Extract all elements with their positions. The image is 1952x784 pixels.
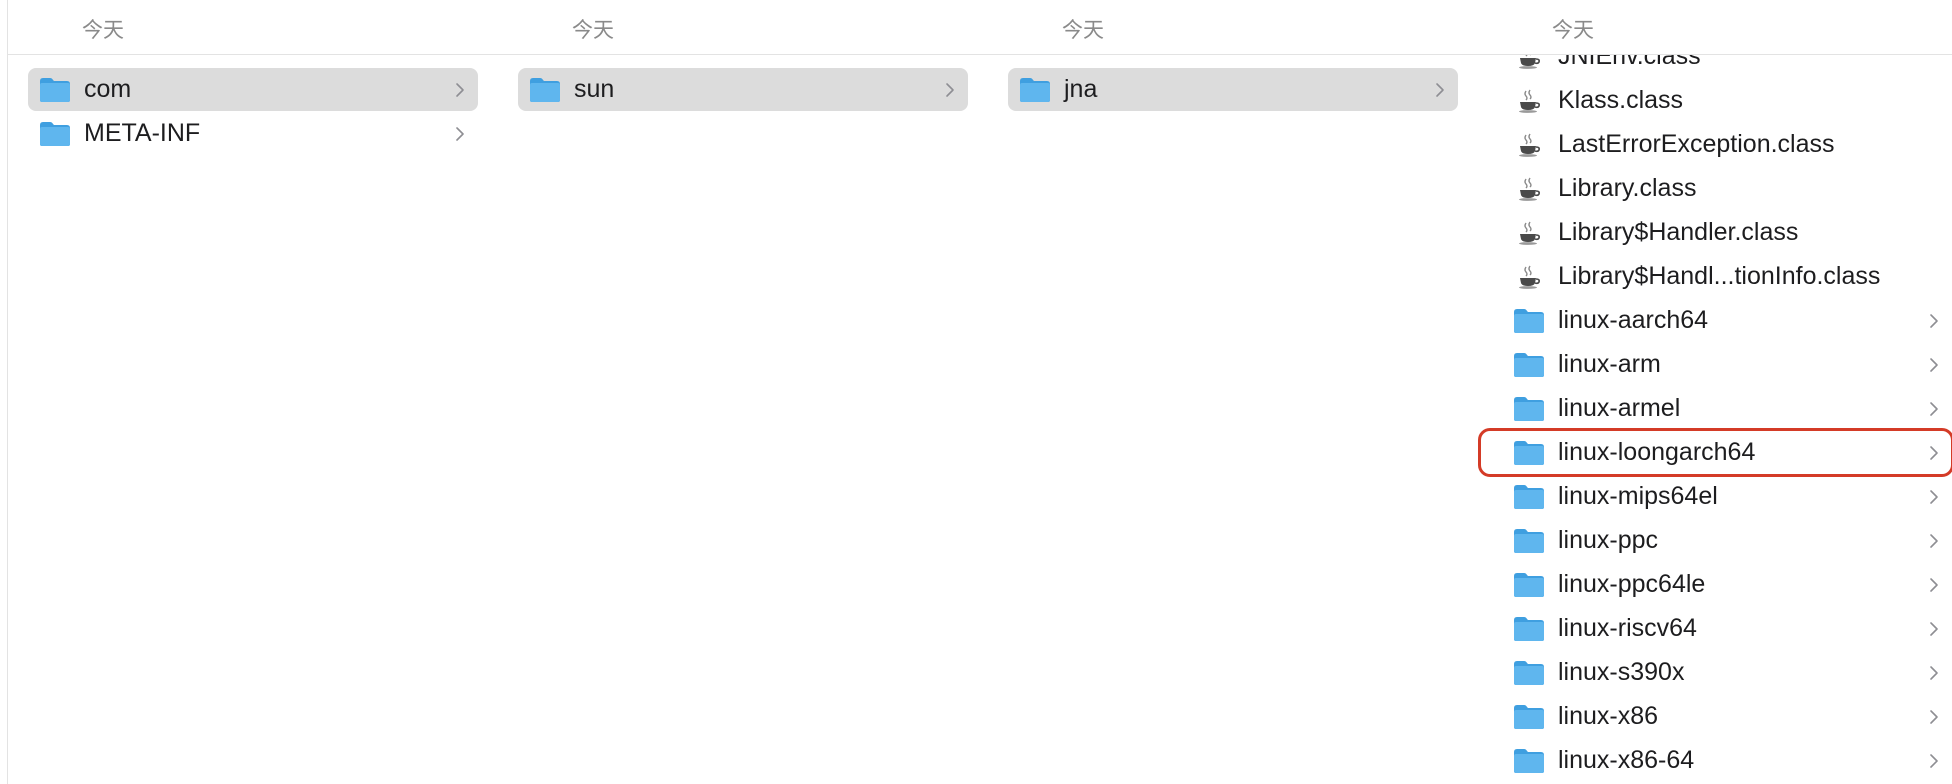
folder-icon: [1512, 440, 1546, 466]
item-name: linux-riscv64: [1558, 614, 1697, 642]
item-name: Library$Handl...tionInfo.class: [1558, 262, 1881, 290]
java-class-file-icon: [1512, 88, 1546, 114]
java-class-file-icon: [1512, 176, 1546, 202]
folder-row[interactable]: linux-s390x: [1502, 651, 1952, 694]
file-row[interactable]: Library$Handl...tionInfo.class: [1502, 255, 1952, 298]
folder-row[interactable]: com: [28, 68, 478, 111]
folder-icon: [38, 121, 72, 147]
file-row[interactable]: Library.class: [1502, 167, 1952, 210]
column-header[interactable]: 今天: [1478, 0, 1952, 55]
browser-column-4[interactable]: 今天 JNIEnv.class Klass.class LastErrorExcept…: [1478, 0, 1952, 784]
column-file-list: sun: [498, 55, 988, 784]
file-row[interactable]: Library$Handler.class: [1502, 211, 1952, 254]
folder-icon: [1018, 77, 1052, 103]
folder-row[interactable]: linux-armel: [1502, 387, 1952, 430]
folder-icon: [1512, 352, 1546, 378]
chevron-right-icon: [452, 112, 468, 155]
folder-row[interactable]: linux-ppc: [1502, 519, 1952, 562]
folder-icon: [1512, 396, 1546, 422]
chevron-right-icon: [1432, 68, 1448, 111]
item-name: linux-x86-64: [1558, 746, 1695, 774]
folder-icon: [1512, 528, 1546, 554]
chevron-right-icon: [1926, 563, 1942, 606]
folder-icon: [528, 77, 562, 103]
chevron-right-icon: [1926, 387, 1942, 430]
folder-row[interactable]: linux-x86-64: [1502, 739, 1952, 782]
item-name: linux-ppc64le: [1558, 570, 1706, 598]
folder-icon: [1512, 704, 1546, 730]
item-name: jna: [1064, 75, 1098, 103]
chevron-right-icon: [1926, 475, 1942, 518]
column-file-list: com META-INF: [8, 55, 498, 784]
chevron-right-icon: [1926, 519, 1942, 562]
folder-row[interactable]: sun: [518, 68, 968, 111]
item-name: linux-loongarch64: [1558, 438, 1756, 466]
item-name: linux-mips64el: [1558, 482, 1718, 510]
item-name: linux-s390x: [1558, 658, 1685, 686]
folder-icon: [1512, 616, 1546, 642]
chevron-right-icon: [1926, 607, 1942, 650]
item-name: LastErrorException.class: [1558, 130, 1835, 158]
chevron-right-icon: [1926, 739, 1942, 782]
java-class-file-icon: [1512, 264, 1546, 290]
item-name: linux-aarch64: [1558, 306, 1709, 334]
item-name: sun: [574, 75, 615, 103]
folder-row[interactable]: linux-x86: [1502, 695, 1952, 738]
browser-column-1[interactable]: 今天 com META-INF: [8, 0, 499, 784]
folder-icon: [1512, 660, 1546, 686]
column-header[interactable]: 今天: [8, 0, 498, 55]
item-name: linux-x86: [1558, 702, 1659, 730]
folder-row[interactable]: linux-mips64el: [1502, 475, 1952, 518]
folder-row[interactable]: linux-loongarch64: [1478, 428, 1952, 477]
column-header-label: 今天: [1552, 19, 1594, 42]
column-header-label: 今天: [1062, 19, 1104, 42]
item-name: linux-ppc: [1558, 526, 1659, 554]
folder-icon: [1512, 572, 1546, 598]
folder-icon: [38, 77, 72, 103]
java-class-file-icon: [1512, 132, 1546, 158]
chevron-right-icon: [942, 68, 958, 111]
column-header[interactable]: 今天: [988, 0, 1478, 55]
column-header[interactable]: 今天: [498, 0, 988, 55]
chevron-right-icon: [452, 68, 468, 111]
item-name: Klass.class: [1558, 86, 1684, 114]
file-row[interactable]: LastErrorException.class: [1502, 123, 1952, 166]
folder-icon: [1512, 308, 1546, 334]
chevron-right-icon: [1926, 431, 1942, 474]
folder-row[interactable]: linux-riscv64: [1502, 607, 1952, 650]
folder-icon: [1512, 484, 1546, 510]
item-name: com: [84, 75, 132, 103]
item-name: Library.class: [1558, 174, 1697, 202]
folder-row[interactable]: META-INF: [28, 112, 478, 155]
column-header-label: 今天: [572, 19, 614, 42]
item-name: META-INF: [84, 119, 201, 147]
column-file-list: jna: [988, 55, 1478, 784]
java-class-file-icon: [1512, 220, 1546, 246]
item-name: linux-arm: [1558, 350, 1661, 378]
folder-row[interactable]: linux-ppc64le: [1502, 563, 1952, 606]
folder-row[interactable]: jna: [1008, 68, 1458, 111]
browser-column-2[interactable]: 今天 sun: [498, 0, 989, 784]
chevron-right-icon: [1926, 651, 1942, 694]
folder-icon: [1512, 748, 1546, 774]
chevron-right-icon: [1926, 299, 1942, 342]
folder-row[interactable]: linux-arm: [1502, 343, 1952, 386]
item-name: linux-armel: [1558, 394, 1681, 422]
column-header-label: 今天: [82, 19, 124, 42]
browser-column-3[interactable]: 今天 jna: [988, 0, 1479, 784]
item-name: Library$Handler.class: [1558, 218, 1799, 246]
chevron-right-icon: [1926, 343, 1942, 386]
file-row[interactable]: Klass.class: [1502, 79, 1952, 122]
folder-row[interactable]: linux-aarch64: [1502, 299, 1952, 342]
column-file-list: JNIEnv.class Klass.class LastErrorExceptio…: [1478, 42, 1952, 784]
chevron-right-icon: [1926, 695, 1942, 738]
